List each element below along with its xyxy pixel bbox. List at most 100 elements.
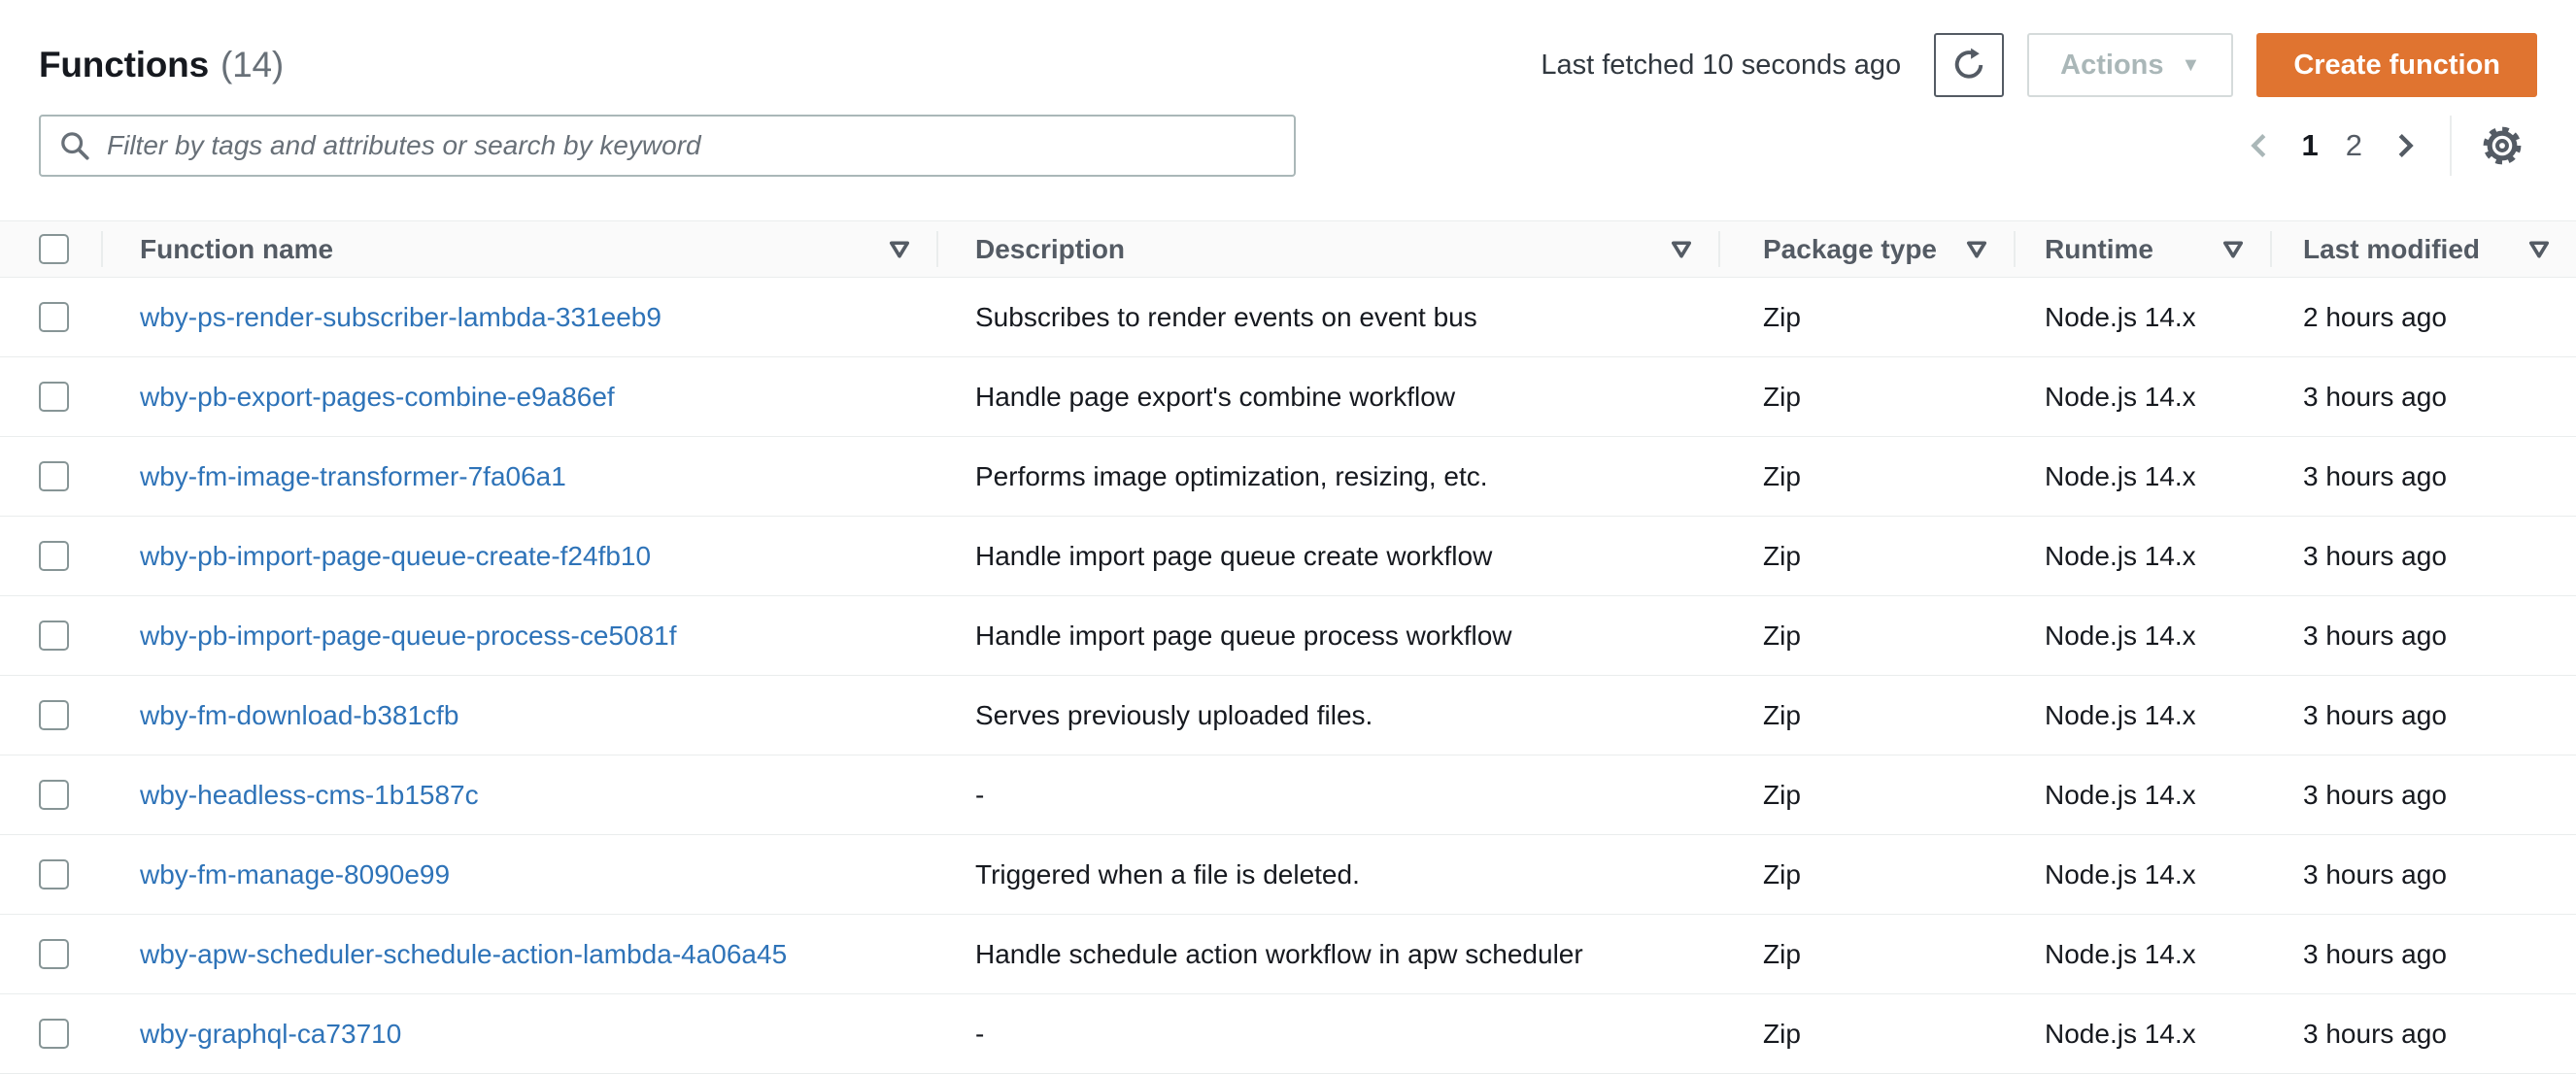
function-name-link[interactable]: wby-pb-import-page-queue-process-ce5081f bbox=[140, 621, 677, 652]
column-label: Function name bbox=[140, 233, 334, 264]
gear-icon bbox=[2481, 124, 2524, 167]
package-type-cell: Zip bbox=[1718, 517, 2014, 595]
last-modified-cell: 3 hours ago bbox=[2270, 357, 2576, 436]
last-modified-cell: 3 hours ago bbox=[2270, 437, 2576, 516]
sort-arrow-icon bbox=[1965, 238, 1988, 261]
runtime-cell: Node.js 14.x bbox=[2014, 755, 2270, 834]
row-checkbox[interactable] bbox=[39, 541, 69, 571]
functions-table: Function name Description Package type R… bbox=[0, 220, 2576, 1074]
column-header-package-type[interactable]: Package type bbox=[1718, 221, 2014, 277]
table-row: wby-ps-render-subscriber-lambda-331eeb9 … bbox=[0, 278, 2576, 357]
function-name-link[interactable]: wby-fm-download-b381cfb bbox=[140, 700, 458, 731]
function-name-link[interactable]: wby-headless-cms-1b1587c bbox=[140, 780, 479, 811]
last-modified-text: 3 hours ago bbox=[2303, 620, 2447, 651]
last-modified-cell: 2 hours ago bbox=[2270, 278, 2576, 356]
table-row: wby-pb-import-page-queue-create-f24fb10 … bbox=[0, 517, 2576, 596]
function-name-cell: wby-apw-scheduler-schedule-action-lambda… bbox=[101, 915, 936, 993]
runtime-cell: Node.js 14.x bbox=[2014, 835, 2270, 914]
runtime-text: Node.js 14.x bbox=[2045, 779, 2196, 810]
runtime-cell: Node.js 14.x bbox=[2014, 676, 2270, 755]
actions-button-label: Actions bbox=[2060, 49, 2164, 81]
last-modified-text: 3 hours ago bbox=[2303, 779, 2447, 810]
last-modified-text: 3 hours ago bbox=[2303, 540, 2447, 571]
previous-page-button[interactable] bbox=[2230, 122, 2288, 169]
row-select-cell bbox=[0, 676, 101, 755]
row-checkbox[interactable] bbox=[39, 1019, 69, 1049]
package-type-text: Zip bbox=[1763, 699, 1801, 730]
column-label: Last modified bbox=[2303, 233, 2481, 264]
refresh-button[interactable] bbox=[1934, 33, 2005, 97]
page-number-1[interactable]: 1 bbox=[2288, 120, 2332, 171]
row-select-cell bbox=[0, 915, 101, 993]
function-name-cell: wby-headless-cms-1b1587c bbox=[101, 755, 936, 834]
package-type-cell: Zip bbox=[1718, 278, 2014, 356]
header-actions: Last fetched 10 seconds ago Actions ▼ Cr… bbox=[1541, 33, 2537, 97]
row-checkbox[interactable] bbox=[39, 939, 69, 969]
function-name-link[interactable]: wby-fm-image-transformer-7fa06a1 bbox=[140, 461, 566, 492]
function-name-link[interactable]: wby-graphql-ca73710 bbox=[140, 1019, 401, 1050]
row-checkbox[interactable] bbox=[39, 382, 69, 412]
row-select-cell bbox=[0, 755, 101, 834]
row-select-cell bbox=[0, 357, 101, 436]
column-header-function-name[interactable]: Function name bbox=[101, 221, 936, 277]
row-select-cell bbox=[0, 517, 101, 595]
function-name-link[interactable]: wby-ps-render-subscriber-lambda-331eeb9 bbox=[140, 302, 661, 333]
last-modified-text: 3 hours ago bbox=[2303, 938, 2447, 969]
actions-button[interactable]: Actions ▼ bbox=[2027, 33, 2234, 97]
function-name-cell: wby-fm-manage-8090e99 bbox=[101, 835, 936, 914]
chevron-right-icon bbox=[2390, 130, 2421, 161]
table-row: wby-pb-import-page-queue-process-ce5081f… bbox=[0, 596, 2576, 676]
runtime-cell: Node.js 14.x bbox=[2014, 994, 2270, 1073]
description-text: Performs image optimization, resizing, e… bbox=[975, 460, 1488, 491]
table-row: wby-headless-cms-1b1587c - Zip Node.js 1… bbox=[0, 755, 2576, 835]
function-name-link[interactable]: wby-fm-manage-8090e99 bbox=[140, 859, 450, 890]
description-cell: Handle page export's combine workflow bbox=[936, 357, 1718, 436]
package-type-cell: Zip bbox=[1718, 835, 2014, 914]
runtime-cell: Node.js 14.x bbox=[2014, 915, 2270, 993]
page-number-2[interactable]: 2 bbox=[2332, 120, 2376, 171]
function-name-link[interactable]: wby-apw-scheduler-schedule-action-lambda… bbox=[140, 939, 787, 970]
next-page-button[interactable] bbox=[2376, 122, 2434, 169]
row-checkbox[interactable] bbox=[39, 780, 69, 810]
package-type-cell: Zip bbox=[1718, 596, 2014, 675]
refresh-icon bbox=[1951, 48, 1986, 83]
last-modified-cell: 3 hours ago bbox=[2270, 755, 2576, 834]
last-modified-text: 3 hours ago bbox=[2303, 381, 2447, 412]
package-type-cell: Zip bbox=[1718, 994, 2014, 1073]
page-header: Functions (14) Last fetched 10 seconds a… bbox=[0, 0, 2576, 97]
table-row: wby-fm-download-b381cfb Serves previousl… bbox=[0, 676, 2576, 755]
package-type-text: Zip bbox=[1763, 381, 1801, 412]
description-cell: Handle import page queue create workflow bbox=[936, 517, 1718, 595]
column-header-runtime[interactable]: Runtime bbox=[2014, 221, 2270, 277]
column-header-last-modified[interactable]: Last modified bbox=[2270, 221, 2576, 277]
preferences-button[interactable] bbox=[2467, 117, 2537, 175]
runtime-text: Node.js 14.x bbox=[2045, 301, 2196, 332]
function-name-link[interactable]: wby-pb-import-page-queue-create-f24fb10 bbox=[140, 541, 651, 572]
description-text: Triggered when a file is deleted. bbox=[975, 858, 1360, 889]
last-modified-text: 3 hours ago bbox=[2303, 460, 2447, 491]
row-select-cell bbox=[0, 835, 101, 914]
sort-arrow-icon bbox=[888, 238, 911, 261]
search-input[interactable] bbox=[105, 129, 1276, 162]
package-type-text: Zip bbox=[1763, 938, 1801, 969]
row-select-cell bbox=[0, 278, 101, 356]
column-header-description[interactable]: Description bbox=[936, 221, 1718, 277]
row-checkbox[interactable] bbox=[39, 621, 69, 651]
runtime-text: Node.js 14.x bbox=[2045, 620, 2196, 651]
row-checkbox[interactable] bbox=[39, 302, 69, 332]
package-type-cell: Zip bbox=[1718, 676, 2014, 755]
package-type-text: Zip bbox=[1763, 301, 1801, 332]
row-checkbox[interactable] bbox=[39, 859, 69, 889]
table-row: wby-fm-manage-8090e99 Triggered when a f… bbox=[0, 835, 2576, 915]
row-checkbox[interactable] bbox=[39, 700, 69, 730]
search-box[interactable] bbox=[39, 115, 1296, 177]
description-text: Serves previously uploaded files. bbox=[975, 699, 1373, 730]
description-cell: Performs image optimization, resizing, e… bbox=[936, 437, 1718, 516]
last-modified-cell: 3 hours ago bbox=[2270, 517, 2576, 595]
description-cell: Triggered when a file is deleted. bbox=[936, 835, 1718, 914]
function-name-link[interactable]: wby-pb-export-pages-combine-e9a86ef bbox=[140, 382, 615, 413]
create-function-button[interactable]: Create function bbox=[2256, 33, 2537, 97]
select-all-checkbox[interactable] bbox=[39, 234, 69, 264]
page-title-text: Functions bbox=[39, 45, 209, 84]
row-checkbox[interactable] bbox=[39, 461, 69, 491]
